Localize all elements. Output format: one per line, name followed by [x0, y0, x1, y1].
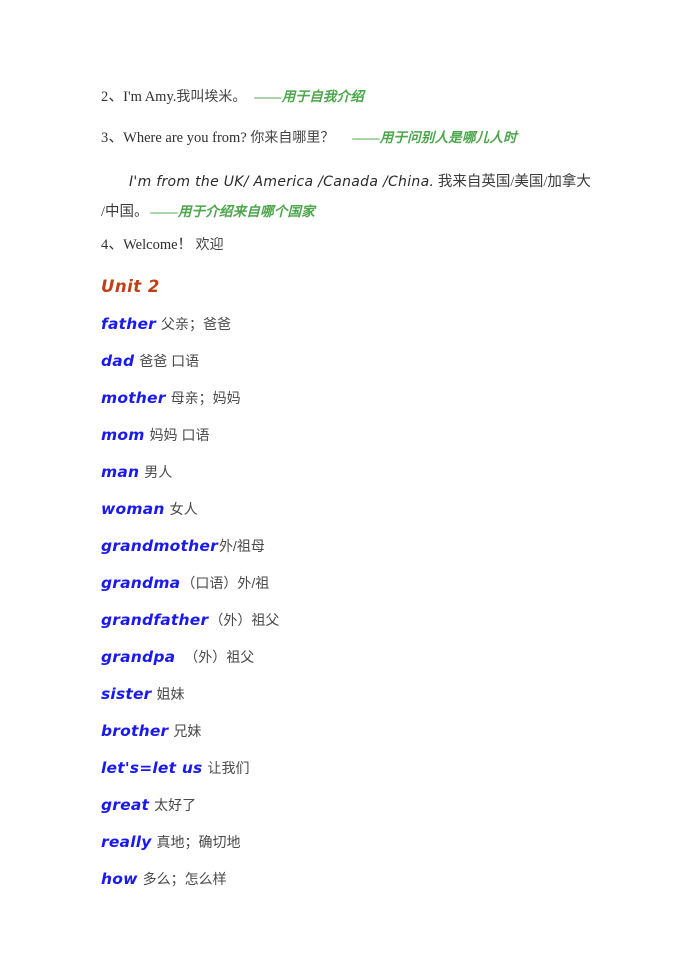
vocab-item-father: father 父亲；爸爸 — [101, 312, 620, 337]
vocab-word: father — [101, 315, 157, 333]
vocab-word: man — [101, 463, 140, 481]
vocab-word: grandmother — [101, 537, 218, 555]
vocab-item-great: great 太好了 — [101, 793, 620, 818]
vocab-item-really: really 真地；确切地 — [101, 830, 620, 855]
vocabulary-list: father 父亲；爸爸 dad 爸爸 口语 mother 母亲；妈妈 mom 妈妈 口… — [101, 312, 620, 892]
vocab-item-sister: sister 姐妹 — [101, 682, 620, 707]
example-chinese-part1: 我来自英国/美国/加拿大 — [437, 174, 591, 190]
vocab-item-brother: brother 兄妹 — [101, 719, 620, 744]
vocab-item-woman: woman 女人 — [101, 497, 620, 522]
vocab-item-mother: mother 母亲；妈妈 — [101, 386, 620, 411]
phrase-english: Where are you from? — [123, 130, 247, 146]
phrase-number: 3、 — [101, 130, 124, 146]
vocab-word: grandfather — [101, 611, 209, 629]
example-sentence: I'm from the UK/ America /Canada /China.… — [101, 167, 620, 227]
vocab-item-lets: let's=let us 让我们 — [101, 756, 620, 781]
vocab-meaning: 太好了 — [154, 797, 197, 813]
phrase-chinese: 欢迎 — [195, 236, 224, 252]
example-line-2: /中国。 ——用于介绍来自哪个国家 — [101, 197, 620, 227]
vocab-meaning: 真地；确切地 — [156, 834, 241, 850]
vocab-word: woman — [101, 500, 165, 518]
vocab-meaning: （外）祖父 — [209, 612, 280, 628]
phrase-number: 2、 — [101, 89, 124, 105]
vocab-word: brother — [101, 722, 169, 740]
phrase-block: 2、I'm Amy.我叫埃米。 ——用于自我介绍 3、Where are you … — [101, 85, 620, 256]
phrase-line-3: 3、Where are you from? 你来自哪里？ ——用于问别人是哪儿人时 — [101, 126, 620, 149]
vocab-meaning: 外/祖母 — [218, 538, 265, 554]
phrase-number: 4、 — [101, 237, 124, 253]
unit-heading: Unit 2 — [101, 277, 160, 296]
vocab-word: dad — [101, 352, 135, 370]
phrase-english: Welcome！ — [123, 237, 193, 253]
vocab-meaning: 女人 — [169, 501, 198, 517]
vocab-item-grandfather: grandfather（外）祖父 — [101, 608, 620, 633]
vocab-item-how: how 多么；怎么样 — [101, 867, 620, 892]
phrase-chinese: 我叫埃米。 — [176, 88, 247, 104]
vocab-meaning: 男人 — [144, 464, 173, 480]
vocab-item-mom: mom 妈妈 口语 — [101, 423, 620, 448]
example-note: ——用于介绍来自哪个国家 — [150, 204, 315, 219]
vocab-item-grandmother: grandmother外/祖母 — [101, 534, 620, 559]
phrase-english: I'm Amy. — [123, 89, 177, 105]
vocab-meaning: 母亲；妈妈 — [170, 390, 241, 406]
example-chinese-part2: /中国。 — [101, 204, 149, 220]
vocab-meaning: 让我们 — [207, 760, 250, 776]
vocab-item-dad: dad 爸爸 口语 — [101, 349, 620, 374]
vocab-word: grandpa — [101, 648, 176, 666]
vocab-word: really — [101, 833, 152, 851]
phrase-note: ——用于问别人是哪儿人时 — [352, 130, 517, 145]
vocab-meaning: （外）祖父 — [184, 649, 255, 665]
vocab-word: great — [101, 796, 150, 814]
vocab-word: mom — [101, 426, 145, 444]
vocab-item-grandpa: grandpa （外）祖父 — [101, 645, 620, 670]
vocab-word: how — [101, 870, 138, 888]
vocab-meaning: 多么；怎么样 — [142, 871, 227, 887]
phrase-line-4: 4、Welcome！ 欢迎 — [101, 233, 620, 256]
vocab-word: grandma — [101, 574, 181, 592]
phrase-note: ——用于自我介绍 — [254, 89, 364, 104]
document-page: 2、I'm Amy.我叫埃米。 ——用于自我介绍 3、Where are you … — [0, 0, 690, 976]
example-english: I'm from the UK/ America /Canada /China. — [129, 174, 435, 190]
vocab-meaning: 姐妹 — [156, 686, 185, 702]
phrase-line-2: 2、I'm Amy.我叫埃米。 ——用于自我介绍 — [101, 85, 620, 108]
vocab-meaning: （口语）外/祖 — [181, 575, 270, 591]
vocab-meaning: 兄妹 — [173, 723, 202, 739]
vocab-word: let's=let us — [101, 759, 203, 777]
vocab-meaning: 爸爸 口语 — [139, 353, 200, 369]
vocab-item-man: man 男人 — [101, 460, 620, 485]
vocab-meaning: 父亲；爸爸 — [161, 316, 232, 332]
vocab-word: sister — [101, 685, 152, 703]
vocab-item-grandma: grandma（口语）外/祖 — [101, 571, 620, 596]
example-line-1: I'm from the UK/ America /Canada /China.… — [101, 167, 620, 197]
phrase-chinese: 你来自哪里？ — [250, 129, 335, 145]
vocab-meaning: 妈妈 口语 — [149, 427, 210, 443]
vocab-word: mother — [101, 389, 166, 407]
